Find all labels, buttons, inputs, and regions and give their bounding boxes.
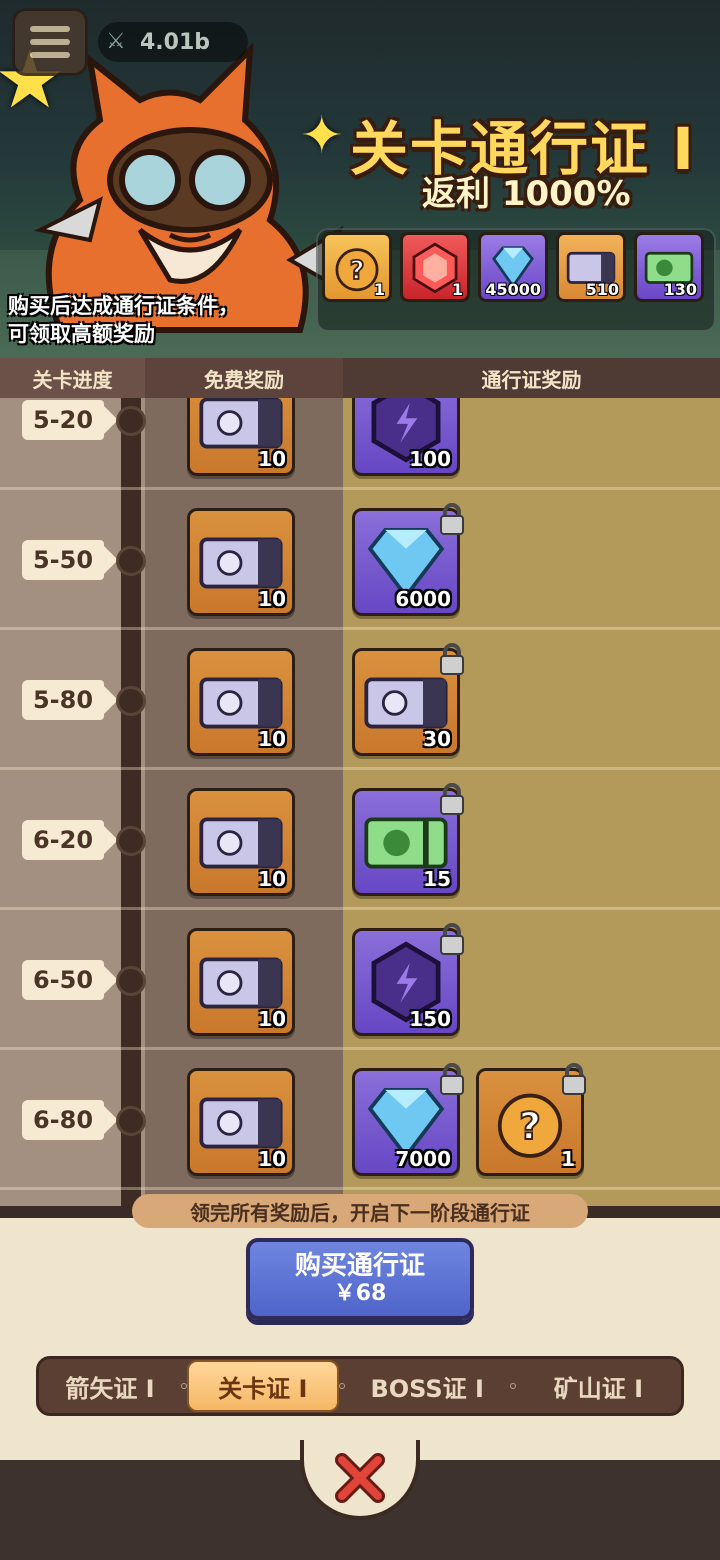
pass-subtitle: 返利 1000% xyxy=(422,174,631,214)
promo-item-diamond[interactable]: 45000 xyxy=(478,232,548,302)
sparkle-star-icon: ✦ xyxy=(300,106,344,166)
pass-description-line: 购买后达成通行证条件， xyxy=(8,294,239,318)
promo-item-green-ticket[interactable]: 130 xyxy=(634,232,704,302)
reward-count: 15 xyxy=(423,867,451,891)
svg-text:?: ? xyxy=(519,1104,541,1148)
reward-count: 7000 xyxy=(395,1147,451,1171)
resource-counter: ⚔ 4.01b xyxy=(98,22,248,62)
free-reward-card[interactable]: 10 xyxy=(187,1068,295,1176)
tab-stage-pass[interactable]: 关卡证 I xyxy=(186,1360,339,1412)
progress-node xyxy=(116,1106,146,1136)
close-icon[interactable] xyxy=(334,1452,386,1504)
free-reward-card[interactable]: 10 xyxy=(187,508,295,616)
crossed-swords-icon: ⚔ xyxy=(106,29,126,54)
reward-count: 10 xyxy=(258,587,286,611)
pass-description: 购买后达成通行证条件， 可领取高额奖励 xyxy=(8,292,239,348)
free-reward-card[interactable]: 10 xyxy=(187,648,295,756)
reward-count: 10 xyxy=(258,1147,286,1171)
progress-node xyxy=(116,406,146,436)
reward-count: 10 xyxy=(258,447,286,471)
pass-description-line: 可领取高额奖励 xyxy=(8,322,155,346)
buy-pass-button[interactable]: 购买通行证 ￥68 xyxy=(246,1238,474,1320)
svg-text:?: ? xyxy=(350,256,365,286)
stage-tag: 5-50 xyxy=(22,540,118,580)
lock-icon xyxy=(440,503,464,535)
progress-node xyxy=(116,686,146,716)
header-progress: 关卡进度 xyxy=(0,358,145,398)
stage-tag: 6-20 xyxy=(22,820,118,860)
lock-icon xyxy=(440,923,464,955)
reward-row: 6-20 10 15 xyxy=(0,770,720,910)
tab-boss-pass[interactable]: BOSS证 I xyxy=(345,1360,510,1412)
menu-button[interactable] xyxy=(12,8,88,76)
reward-row: 5-80 10 30 xyxy=(0,630,720,770)
reward-list[interactable]: 5-20 10 100 5-50 10 6000 5-80 10 30 6-20… xyxy=(0,398,720,1206)
stage-tag: 5-20 xyxy=(22,400,118,440)
promo-item-red-gem[interactable]: 1 xyxy=(400,232,470,302)
reward-row: 5-50 10 6000 xyxy=(0,490,720,630)
promo-item-summon-ticket[interactable]: 510 xyxy=(556,232,626,302)
reward-row: 5-20 10 100 xyxy=(0,398,720,490)
stage-tag: 5-80 xyxy=(22,680,118,720)
reward-count: 30 xyxy=(423,727,451,751)
header-free-rewards: 免费奖励 xyxy=(145,358,343,398)
resource-value: 4.01b xyxy=(140,29,211,55)
menu-icon-line xyxy=(30,39,70,45)
reward-count: 10 xyxy=(258,1007,286,1031)
header-pass-rewards: 通行证奖励 xyxy=(343,358,720,398)
progress-node xyxy=(116,826,146,856)
stage-tag: 6-50 xyxy=(22,960,118,1000)
reward-count: 6000 xyxy=(395,587,451,611)
pass-reward-card[interactable]: 100 xyxy=(352,398,460,476)
progress-node xyxy=(116,546,146,576)
next-stage-notice: 领完所有奖励后，开启下一阶段通行证 xyxy=(132,1194,588,1228)
item-count: 1 xyxy=(451,280,463,299)
promo-item-mystery-hero[interactable]: ? 1 xyxy=(322,232,392,302)
lock-icon xyxy=(440,783,464,815)
promo-rewards-list: ? 1 1 45000 510 130 xyxy=(322,232,704,302)
item-count: 130 xyxy=(663,280,697,299)
tab-arrow-pass[interactable]: 箭矢证 I xyxy=(39,1360,181,1412)
free-reward-card[interactable]: 10 xyxy=(187,398,295,476)
pass-banner: ★ ✦ ⚔ 4.01b 关卡通行证 I 返利 1000% ? 1 1 45000… xyxy=(0,0,720,358)
buy-pass-price: ￥68 xyxy=(333,1281,387,1306)
pass-tabs: 箭矢证 I 关卡证 I BOSS证 I 矿山证 I xyxy=(36,1356,684,1416)
lock-icon xyxy=(562,1063,586,1095)
item-count: 510 xyxy=(585,280,619,299)
reward-count: 100 xyxy=(409,447,451,471)
reward-column-headers: 关卡进度 免费奖励 通行证奖励 xyxy=(0,358,720,398)
tab-mine-pass[interactable]: 矿山证 I xyxy=(516,1360,681,1412)
stage-tag: 6-80 xyxy=(22,1100,118,1140)
reward-row: 6-80 10 7000 ? 1 xyxy=(0,1050,720,1190)
row-divider xyxy=(0,1187,720,1190)
menu-icon-line xyxy=(30,26,70,32)
menu-icon-line xyxy=(30,52,70,58)
reward-row: 6-50 10 150 xyxy=(0,910,720,1050)
lock-icon xyxy=(440,1063,464,1095)
top-bar: ⚔ 4.01b xyxy=(12,8,248,76)
tab-separator xyxy=(180,1383,187,1389)
reward-count: 10 xyxy=(258,867,286,891)
reward-count: 150 xyxy=(409,1007,451,1031)
item-count: 1 xyxy=(373,280,385,299)
pass-screen: ★ ✦ ⚔ 4.01b 关卡通行证 I 返利 1000% ? 1 1 45000… xyxy=(0,0,720,1560)
buy-pass-label: 购买通行证 xyxy=(294,1251,425,1281)
item-count: 45000 xyxy=(485,280,541,299)
lock-icon xyxy=(440,643,464,675)
progress-node xyxy=(116,966,146,996)
free-reward-card[interactable]: 10 xyxy=(187,788,295,896)
free-reward-card[interactable]: 10 xyxy=(187,928,295,1036)
reward-count: 10 xyxy=(258,727,286,751)
reward-count: 1 xyxy=(561,1147,575,1171)
